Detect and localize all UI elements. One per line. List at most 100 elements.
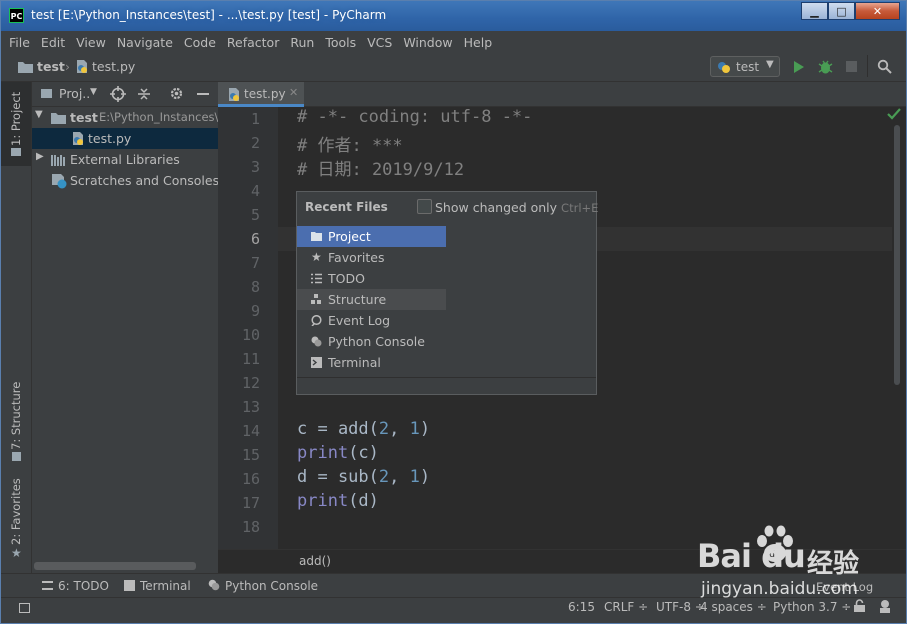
code-builtin: print [297, 491, 349, 511]
file-encoding[interactable]: UTF-8 ÷ [656, 600, 705, 614]
todo-tool-button[interactable]: 6: TODO [58, 579, 109, 593]
star-icon: ★ [11, 546, 22, 560]
popup-item-label: Favorites [328, 250, 385, 265]
menu-help[interactable]: Help [464, 35, 493, 50]
folder-icon [311, 232, 322, 241]
code-number: 2 [378, 419, 390, 439]
menu-refactor[interactable]: Refactor [227, 35, 279, 50]
code-line-16: d = sub(2, 1) [297, 467, 430, 487]
menu-bar: File Edit View Navigate Code Refactor Ru… [1, 31, 906, 53]
close-button[interactable]: ✕ [855, 2, 900, 20]
inspector-icon[interactable] [878, 599, 892, 614]
tree-item-file[interactable]: test.py [32, 128, 218, 149]
structure-tool-tab[interactable]: 7: Structure [9, 382, 23, 450]
chevron-down-icon: ▼ [90, 87, 97, 97]
line-number: 1 [250, 110, 260, 128]
run-config-label: test [736, 60, 760, 74]
show-changed-only-checkbox[interactable] [417, 199, 432, 214]
tree-item-project-root[interactable]: ▼ test E:\Python_Instances\ [32, 107, 218, 128]
line-number: 14 [241, 422, 260, 440]
popup-item-label: Structure [328, 292, 387, 307]
code-token: ) [419, 419, 431, 439]
indent-setting[interactable]: 4 spaces ÷ [700, 600, 767, 614]
popup-item-event-log[interactable]: Event Log [297, 310, 446, 331]
scrollbar-thumb[interactable] [894, 125, 900, 385]
hide-panel-icon[interactable] [197, 93, 209, 95]
popup-item-python-console[interactable]: Python Console [297, 331, 446, 352]
horizontal-scrollbar[interactable] [34, 562, 196, 570]
lock-icon[interactable] [853, 599, 866, 613]
project-panel-header: Proj.. ▼ [32, 82, 218, 107]
code-line-14: c = add(2, 1) [297, 419, 430, 439]
watermark-brand: Bai du [697, 537, 806, 575]
code-number: 1 [409, 467, 420, 487]
menu-file[interactable]: File [9, 35, 30, 50]
structure-icon [12, 452, 21, 461]
recent-files-popup: Recent Files Show changed only Ctrl+E Pr… [296, 191, 598, 395]
tree-item-external-libraries[interactable]: ▶ External Libraries [32, 149, 218, 170]
chevron-right-icon: ▶ [36, 151, 44, 162]
tree-item-path: E:\Python_Instances\ [99, 110, 218, 124]
popup-item-terminal[interactable]: Terminal [297, 352, 446, 373]
project-tab-label: 1: Project [9, 91, 23, 146]
tree-item-scratches[interactable]: Scratches and Consoles [32, 170, 218, 191]
popup-item-structure[interactable]: Structure [297, 289, 446, 310]
favorites-tool-tab[interactable]: 2: Favorites [9, 478, 23, 545]
popup-item-favorites[interactable]: ★ Favorites [297, 247, 446, 268]
code-line-15: print(c) [297, 443, 379, 463]
line-separator[interactable]: CRLF ÷ [604, 600, 648, 614]
menu-run[interactable]: Run [290, 35, 314, 50]
breadcrumb-function[interactable]: add() [299, 554, 331, 568]
locate-icon[interactable] [110, 86, 126, 102]
event-log-icon [311, 315, 322, 326]
list-icon [42, 581, 53, 590]
popup-item-label: Terminal [328, 355, 381, 370]
menu-navigate[interactable]: Navigate [117, 35, 173, 50]
editor-tab-test-py[interactable]: test.py ✕ [218, 82, 304, 107]
close-tab-icon[interactable]: ✕ [289, 86, 298, 99]
maximize-button[interactable]: □ [828, 2, 855, 20]
python-icon [718, 62, 730, 73]
menu-edit[interactable]: Edit [41, 35, 65, 50]
menu-window[interactable]: Window [403, 35, 452, 50]
folder-icon [11, 148, 21, 156]
debug-icon[interactable] [818, 59, 833, 75]
tree-item-label: Scratches and Consoles [70, 173, 218, 188]
menu-tools[interactable]: Tools [325, 35, 356, 50]
toolbar-divider [867, 55, 868, 77]
tree-item-label: test [70, 110, 98, 125]
stop-icon[interactable] [846, 61, 857, 72]
breadcrumb-file[interactable]: test.py [92, 59, 135, 74]
collapse-all-icon[interactable] [137, 87, 151, 101]
menu-vcs[interactable]: VCS [367, 35, 392, 50]
left-tool-stripe: 1: Project 7: Structure 2: Favorites ★ [1, 82, 32, 573]
code-line-2: # 作者: *** [297, 136, 403, 156]
run-icon[interactable] [792, 60, 805, 74]
menu-view[interactable]: View [76, 35, 106, 50]
project-view-selector[interactable]: Proj.. [59, 86, 90, 101]
minimize-button[interactable]: ▁ [801, 2, 828, 20]
breadcrumb-project[interactable]: test [37, 59, 65, 74]
tool-windows-toggle-icon[interactable] [19, 603, 30, 613]
python-icon [208, 579, 220, 591]
watermark-cn: 经验 [807, 549, 860, 579]
popup-item-project[interactable]: Project [297, 226, 446, 247]
title-bar: PC test [E:\Python_Instances\test] - ...… [1, 1, 906, 31]
editor-vertical-scrollbar[interactable] [887, 107, 906, 549]
menu-code[interactable]: Code [184, 35, 216, 50]
caret-position[interactable]: 6:15 [568, 600, 595, 614]
python-interpreter[interactable]: Python 3.7 ÷ [773, 600, 851, 614]
structure-icon [311, 294, 321, 304]
project-tool-tab[interactable]: 1: Project [1, 82, 31, 166]
search-icon[interactable] [877, 59, 892, 74]
run-configuration-select[interactable]: test ▼ [710, 56, 780, 77]
gear-icon[interactable] [169, 86, 184, 101]
popup-item-todo[interactable]: TODO [297, 268, 446, 289]
show-changed-only-label[interactable]: Show changed only Ctrl+E [435, 200, 598, 215]
line-number: 12 [241, 374, 260, 392]
terminal-tool-button[interactable]: Terminal [140, 579, 191, 593]
terminal-icon [311, 357, 322, 368]
line-number: 5 [250, 206, 260, 224]
python-console-tool-button[interactable]: Python Console [225, 579, 318, 593]
code-token: c = add( [297, 419, 379, 439]
